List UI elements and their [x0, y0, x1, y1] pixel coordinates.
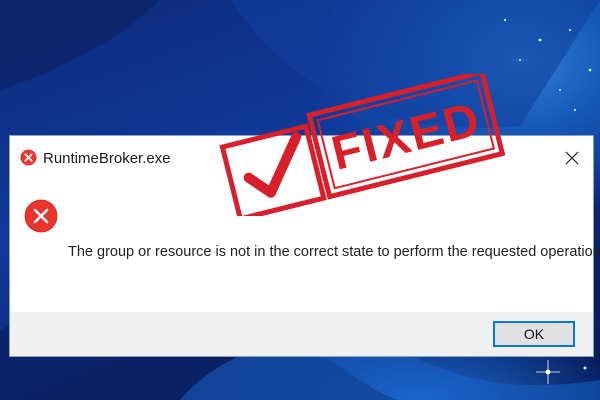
error-icon — [20, 149, 37, 166]
dialog-title: RuntimeBroker.exe — [43, 150, 171, 167]
close-icon — [565, 151, 579, 165]
ok-button[interactable]: OK — [493, 321, 575, 347]
close-button[interactable] — [557, 144, 587, 172]
error-message: The group or resource is not in the corr… — [68, 244, 600, 260]
fixed-stamp: FIXED — [219, 74, 506, 216]
error-icon — [24, 199, 58, 233]
dialog-footer: OK — [10, 312, 593, 356]
checkmark-icon — [243, 131, 302, 198]
